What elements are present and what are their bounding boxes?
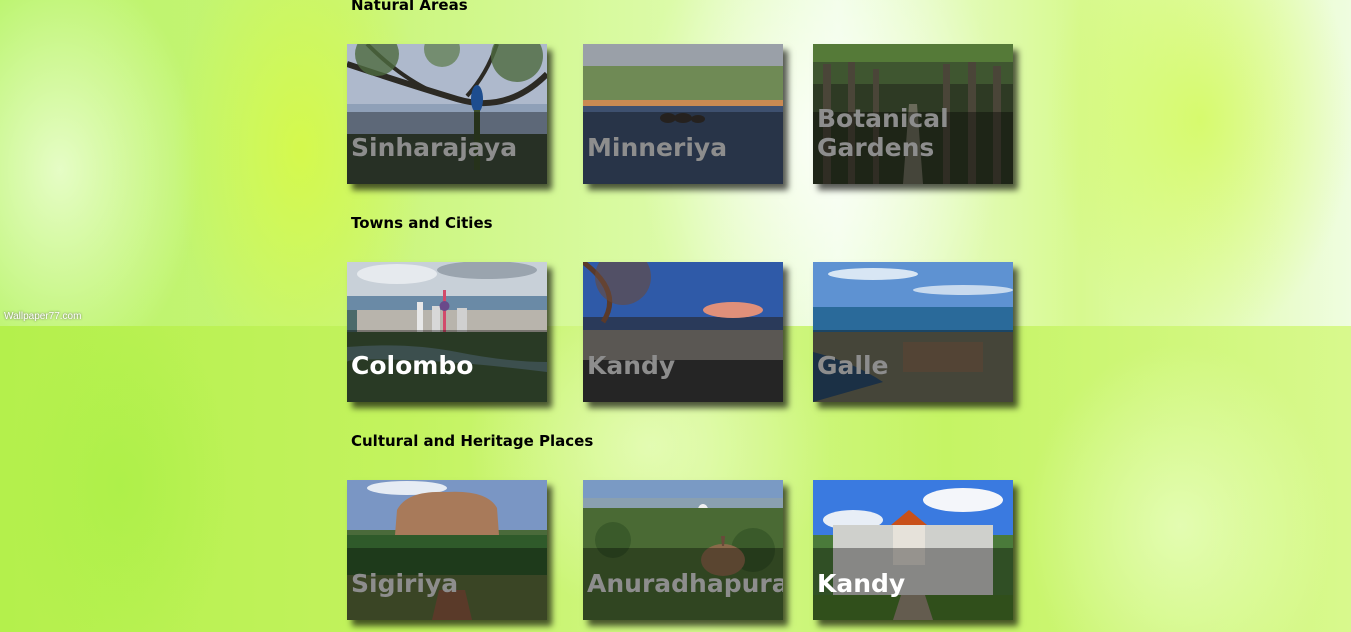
card-colombo[interactable]: Colombo bbox=[347, 262, 547, 402]
card-botanical-gardens[interactable]: Botanical Gardens bbox=[813, 44, 1013, 184]
section-title-towns-and-cities: Towns and Cities bbox=[351, 214, 493, 232]
card-label: Galle bbox=[817, 351, 889, 380]
card-sigiriya[interactable]: Sigiriya bbox=[347, 480, 547, 620]
card-sinharajaya[interactable]: Sinharajaya bbox=[347, 44, 547, 184]
card-kandy-temple[interactable]: Kandy bbox=[813, 480, 1013, 620]
card-anuradhapura[interactable]: Anuradhapura bbox=[583, 480, 783, 620]
card-galle[interactable]: Galle bbox=[813, 262, 1013, 402]
card-label: Colombo bbox=[351, 351, 474, 380]
card-label: Kandy bbox=[587, 351, 676, 380]
card-label: Botanical Gardens bbox=[817, 104, 949, 162]
card-kandy-city[interactable]: Kandy bbox=[583, 262, 783, 402]
watermark-text: Wallpaper77.com bbox=[4, 311, 82, 322]
section-title-cultural-heritage: Cultural and Heritage Places bbox=[351, 432, 594, 450]
card-label: Sinharajaya bbox=[351, 133, 518, 162]
card-label: Anuradhapura bbox=[587, 569, 783, 598]
card-label: Kandy bbox=[817, 569, 906, 598]
card-minneriya[interactable]: Minneriya bbox=[583, 44, 783, 184]
section-title-natural-areas: Natural Areas bbox=[351, 0, 468, 14]
card-label: Minneriya bbox=[587, 133, 728, 162]
card-label: Sigiriya bbox=[351, 569, 459, 598]
